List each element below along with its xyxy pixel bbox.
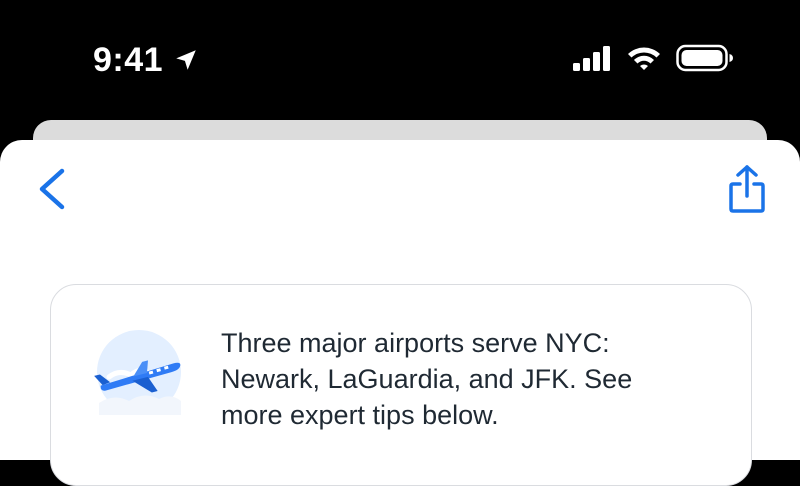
share-icon[interactable] (727, 164, 767, 214)
tip-text-line: Newark, LaGuardia, and JFK. See (221, 364, 633, 394)
status-time-group: 9:41 (93, 40, 199, 80)
tip-text-line: more expert tips below. (221, 400, 499, 430)
tip-text: Three major airports serve NYC: Newark, … (221, 325, 691, 433)
airplane-illustration-icon (94, 330, 181, 415)
status-bar: 9:41 (0, 0, 800, 120)
tip-text-line: Three major airports serve NYC: (221, 328, 610, 358)
status-time: 9:41 (93, 41, 164, 79)
status-indicators (572, 44, 734, 72)
cellular-signal-icon (573, 46, 610, 71)
back-chevron-icon[interactable] (34, 166, 68, 212)
battery-icon (676, 44, 733, 72)
tip-card: Three major airports serve NYC: Newark, … (50, 284, 752, 486)
modal-sheet: Three major airports serve NYC: Newark, … (0, 140, 800, 486)
wifi-icon (628, 47, 660, 70)
location-arrow-icon (176, 50, 196, 70)
